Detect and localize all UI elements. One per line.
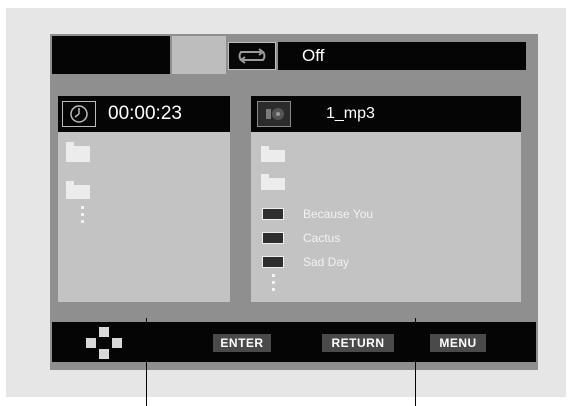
repeat-arrows-icon [238, 48, 266, 64]
folder-icon[interactable] [261, 174, 285, 190]
track-name[interactable]: Cactus [303, 231, 340, 245]
return-button[interactable]: RETURN [322, 334, 394, 352]
elapsed-time: 00:00:23 [108, 103, 182, 124]
disc-music-icon [257, 101, 291, 127]
open-folder-icon[interactable] [66, 142, 90, 162]
mp3-file-icon [262, 208, 284, 220]
more-folders-indicator [81, 206, 85, 227]
mp3-file-icon [262, 256, 284, 268]
callout-line [146, 318, 147, 406]
track-name[interactable]: Because You [303, 207, 373, 221]
repeat-mode-value[interactable]: Off [278, 42, 526, 70]
current-file-name: 1_mp3 [326, 105, 375, 122]
dpad-icon[interactable] [86, 327, 122, 359]
file-bar [251, 96, 521, 132]
repeat-icon[interactable] [228, 42, 276, 70]
menu-button[interactable]: MENU [430, 334, 486, 352]
folder-icon[interactable] [66, 181, 90, 199]
enter-button[interactable]: ENTER [213, 334, 271, 352]
top-left-block [52, 36, 170, 74]
callout-line [415, 318, 416, 406]
wma-file-icon [262, 232, 284, 244]
folder-icon[interactable] [261, 146, 285, 162]
more-tracks-indicator [272, 274, 276, 295]
top-gray-block [172, 36, 226, 74]
track-name[interactable]: Sad Day [303, 255, 349, 269]
clock-icon [62, 101, 96, 127]
